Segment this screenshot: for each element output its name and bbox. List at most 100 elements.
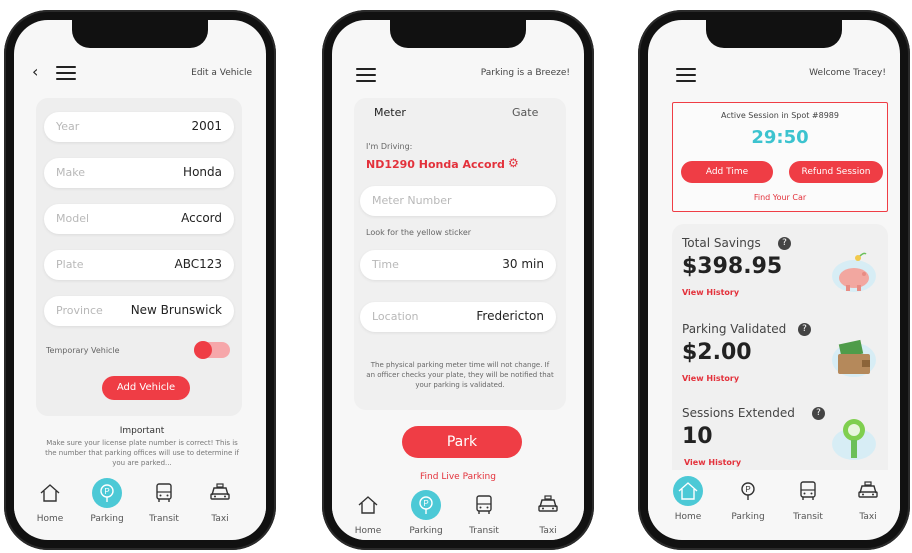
tab-home-label: Home: [674, 512, 702, 522]
vehicle-selector[interactable]: ND1290 Honda Accord: [366, 158, 505, 171]
tab-home[interactable]: Home: [660, 476, 716, 522]
page-title: Parking is a Breeze!: [480, 68, 570, 78]
model-value: Accord: [181, 211, 222, 225]
tab-transit[interactable]: Transit: [456, 490, 512, 536]
model-field[interactable]: Model Accord: [44, 204, 234, 234]
tab-transit-label: Transit: [793, 512, 823, 522]
tab-transit[interactable]: Transit: [136, 478, 192, 524]
header: Parking is a Breeze!: [350, 64, 570, 84]
parking-meter-icon: [830, 416, 878, 462]
help-icon[interactable]: ?: [778, 237, 791, 250]
menu-icon[interactable]: [676, 68, 696, 82]
stat-label: Total Savings: [682, 236, 761, 250]
province-value: New Brunswick: [130, 303, 222, 317]
svg-text:P: P: [104, 487, 109, 496]
help-icon[interactable]: ?: [812, 407, 825, 420]
wallet-icon: [830, 334, 878, 380]
tab-transit-label: Transit: [469, 526, 499, 536]
plate-placeholder: Plate: [56, 258, 84, 271]
screen: Parking is a Breeze! Meter Gate I'm Driv…: [332, 20, 584, 540]
time-field[interactable]: Time 30 min: [360, 250, 556, 280]
tab-taxi[interactable]: Taxi: [840, 476, 896, 522]
model-placeholder: Model: [56, 212, 90, 225]
tab-home-label: Home: [354, 526, 382, 536]
stat-parking-validated: Parking Validated ? $2.00 View History: [682, 322, 882, 396]
tab-parking-label: Parking: [731, 512, 765, 522]
taxi-icon: [533, 490, 563, 520]
plate-value: ABC123: [174, 257, 222, 271]
tab-gate[interactable]: Gate: [512, 106, 538, 119]
tab-home[interactable]: Home: [340, 490, 396, 536]
meter-number-field[interactable]: Meter Number: [360, 186, 556, 216]
find-your-car-link[interactable]: Find Your Car: [673, 193, 887, 202]
menu-icon[interactable]: [56, 66, 76, 80]
screen: Welcome Tracey! Active Session in Spot #…: [648, 20, 900, 540]
year-value: 2001: [191, 119, 222, 133]
stat-value: 10: [682, 424, 713, 449]
meter-hint: Look for the yellow sticker: [366, 228, 472, 237]
tab-transit[interactable]: Transit: [780, 476, 836, 522]
province-placeholder: Province: [56, 304, 103, 317]
parking-icon: P: [92, 478, 122, 508]
make-placeholder: Make: [56, 166, 85, 179]
home-icon: [35, 478, 65, 508]
tab-home-label: Home: [36, 514, 64, 524]
tab-meter[interactable]: Meter: [374, 106, 406, 119]
view-history-link[interactable]: View History: [682, 288, 739, 297]
stat-value: $398.95: [682, 254, 783, 279]
make-field[interactable]: Make Honda: [44, 158, 234, 188]
settings-gear-icon[interactable]: ⚙: [508, 156, 519, 170]
page-title: Welcome Tracey!: [809, 68, 886, 78]
add-vehicle-button[interactable]: Add Vehicle: [102, 376, 190, 400]
page-title: Edit a Vehicle: [191, 68, 252, 78]
tab-parking[interactable]: P Parking: [398, 490, 454, 536]
active-session-card: Active Session in Spot #8989 29:50 Add T…: [672, 102, 888, 212]
bus-icon: [793, 476, 823, 506]
stat-value: $2.00: [682, 340, 752, 365]
piggy-bank-icon: [830, 250, 878, 294]
notch: [72, 20, 208, 48]
refund-session-button[interactable]: Refund Session: [789, 161, 883, 183]
menu-icon[interactable]: [356, 68, 376, 82]
toggle-knob: [194, 341, 212, 359]
notch: [390, 20, 526, 48]
tab-taxi[interactable]: Taxi: [192, 478, 248, 524]
header: ‹ Edit a Vehicle: [32, 62, 252, 84]
bus-icon: [469, 490, 499, 520]
help-icon[interactable]: ?: [798, 323, 811, 336]
plate-field[interactable]: Plate ABC123: [44, 250, 234, 280]
phone-dashboard: Welcome Tracey! Active Session in Spot #…: [638, 10, 910, 550]
tab-parking-label: Parking: [90, 514, 124, 524]
year-placeholder: Year: [56, 120, 80, 133]
tab-taxi-label: Taxi: [539, 526, 557, 536]
view-history-link[interactable]: View History: [682, 374, 739, 383]
view-history-link[interactable]: View History: [684, 458, 741, 467]
bus-icon: [149, 478, 179, 508]
taxi-icon: [853, 476, 883, 506]
make-value: Honda: [183, 165, 222, 179]
screen: ‹ Edit a Vehicle Year 2001 Make Honda Mo…: [14, 20, 266, 540]
tab-bar: Home P Parking Transit Taxi: [648, 470, 900, 534]
find-live-parking-link[interactable]: Find Live Parking: [332, 472, 584, 482]
driving-label: I'm Driving:: [366, 142, 413, 151]
temporary-vehicle-toggle[interactable]: [194, 341, 230, 359]
phone-edit-vehicle: ‹ Edit a Vehicle Year 2001 Make Honda Mo…: [4, 10, 276, 550]
parking-icon: P: [733, 476, 763, 506]
tab-parking-label: Parking: [409, 526, 443, 536]
year-field[interactable]: Year 2001: [44, 112, 234, 142]
tab-home[interactable]: Home: [22, 478, 78, 524]
notch: [706, 20, 842, 48]
home-icon: [353, 490, 383, 520]
time-placeholder: Time: [372, 258, 399, 271]
tab-parking[interactable]: P Parking: [79, 478, 135, 524]
park-button[interactable]: Park: [402, 426, 522, 458]
location-field[interactable]: Location Fredericton: [360, 302, 556, 332]
temporary-vehicle-label: Temporary Vehicle: [46, 346, 120, 355]
province-field[interactable]: Province New Brunswick: [44, 296, 234, 326]
important-notice: Important Make sure your license plate n…: [44, 426, 240, 468]
add-time-button[interactable]: Add Time: [681, 161, 773, 183]
tab-taxi[interactable]: Taxi: [520, 490, 576, 536]
parking-notice: The physical parking meter time will not…: [366, 361, 554, 389]
tab-parking[interactable]: P Parking: [720, 476, 776, 522]
back-arrow-icon[interactable]: ‹: [32, 62, 38, 81]
